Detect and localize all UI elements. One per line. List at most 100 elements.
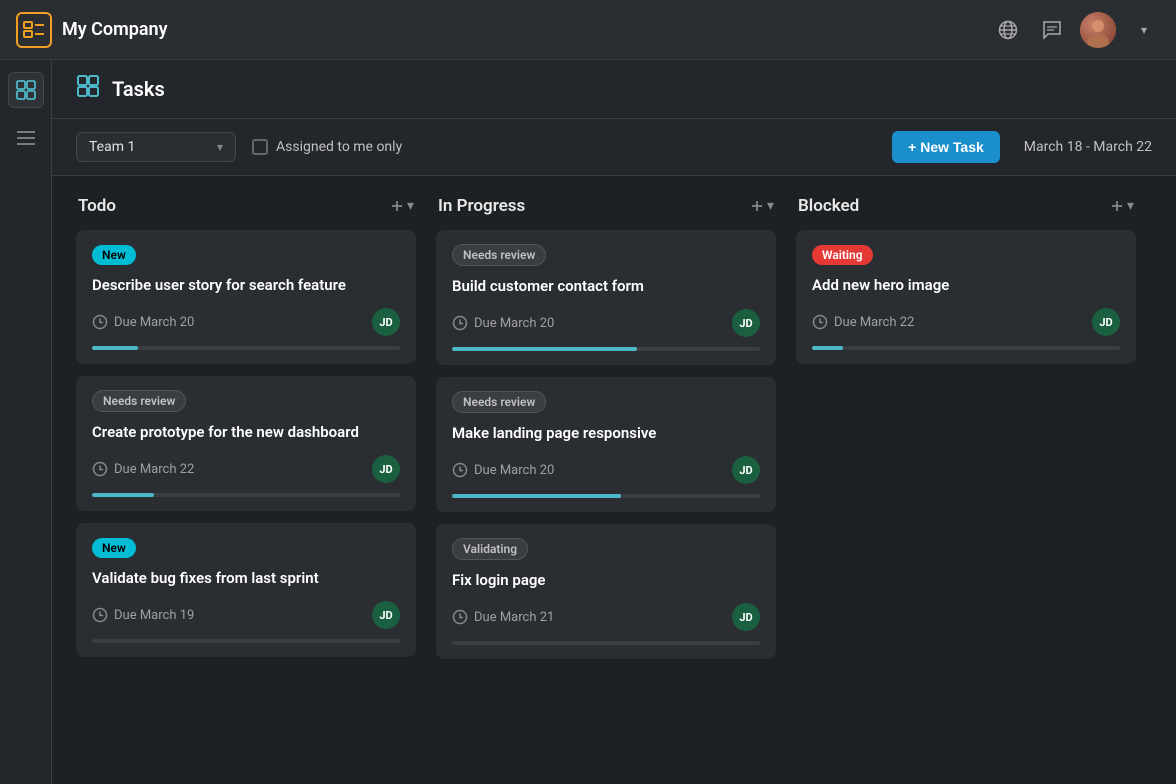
sidebar-tasks-icon[interactable] — [8, 72, 44, 108]
globe-icon[interactable] — [992, 14, 1024, 46]
kanban-board: Todo ▾ New Describe user story for search f… — [52, 176, 1176, 784]
left-sidebar — [0, 60, 52, 784]
column-add-button-in-progress[interactable]: ▾ — [749, 198, 774, 214]
page-title: Tasks — [112, 77, 165, 101]
task-due-text: Due March 20 — [114, 315, 194, 330]
column-title-blocked: Blocked — [798, 196, 859, 216]
column-header-todo: Todo ▾ — [76, 196, 416, 216]
task-badge: Needs review — [452, 244, 546, 266]
page-header: Tasks — [52, 60, 1176, 119]
new-task-button[interactable]: + New Task — [892, 131, 1000, 163]
task-badge: New — [92, 538, 136, 558]
checkbox-box — [252, 139, 268, 155]
task-footer: Due March 20 JD — [452, 456, 760, 484]
task-title: Describe user story for search feature — [92, 275, 400, 296]
assigned-label: Assigned to me only — [276, 139, 402, 155]
task-due-text: Due March 22 — [834, 315, 914, 330]
logo-area: My Company — [16, 12, 168, 48]
task-title: Add new hero image — [812, 275, 1120, 296]
task-avatar: JD — [1092, 308, 1120, 336]
task-footer: Due March 22 JD — [812, 308, 1120, 336]
task-due: Due March 21 — [452, 609, 554, 625]
task-footer: Due March 20 JD — [452, 309, 760, 337]
task-title: Create prototype for the new dashboard — [92, 422, 400, 443]
task-due: Due March 19 — [92, 607, 194, 623]
task-due-text: Due March 20 — [474, 316, 554, 331]
task-progress-fill — [92, 493, 154, 497]
column-title-in-progress: In Progress — [438, 196, 525, 216]
column-todo: Todo ▾ New Describe user story for search f… — [76, 196, 416, 764]
task-card[interactable]: New Validate bug fixes from last sprint Du… — [76, 523, 416, 657]
task-progress-bar — [452, 347, 760, 351]
column-in-progress: In Progress ▾ Needs review Build customer c… — [436, 196, 776, 764]
task-due: Due March 20 — [452, 315, 554, 331]
team-select-value: Team 1 — [89, 139, 209, 155]
task-avatar: JD — [732, 603, 760, 631]
user-avatar[interactable] — [1080, 12, 1116, 48]
page-header-icon — [76, 74, 100, 104]
task-badge: Validating — [452, 538, 528, 560]
task-avatar: JD — [732, 309, 760, 337]
column-blocked: Blocked ▾ Waiting Add new hero image Due Mar… — [796, 196, 1136, 764]
task-progress-fill — [452, 347, 637, 351]
nav-actions: ▾ — [992, 12, 1160, 48]
task-progress-bar — [452, 494, 760, 498]
team-select[interactable]: Team 1 ▾ — [76, 132, 236, 162]
date-range: March 18 - March 22 — [1024, 139, 1152, 155]
task-progress-bar — [92, 639, 400, 643]
task-progress-bar — [92, 493, 400, 497]
task-title: Make landing page responsive — [452, 423, 760, 444]
team-select-arrow-icon: ▾ — [217, 140, 223, 154]
task-title: Fix login page — [452, 570, 760, 591]
task-due-text: Due March 21 — [474, 610, 554, 625]
task-title: Validate bug fixes from last sprint — [92, 568, 400, 589]
task-card[interactable]: Waiting Add new hero image Due March 22 JD — [796, 230, 1136, 364]
content-area: Tasks Team 1 ▾ Assigned to me only + New… — [52, 60, 1176, 784]
main-layout: Tasks Team 1 ▾ Assigned to me only + New… — [0, 60, 1176, 784]
task-progress-fill — [92, 346, 138, 350]
task-title: Build customer contact form — [452, 276, 760, 297]
column-header-in-progress: In Progress ▾ — [436, 196, 776, 216]
top-nav: My Company — [0, 0, 1176, 60]
task-due-text: Due March 19 — [114, 608, 194, 623]
task-card[interactable]: Needs review Make landing page responsive… — [436, 377, 776, 512]
company-name: My Company — [62, 19, 168, 40]
column-title-todo: Todo — [78, 196, 116, 216]
sidebar-list-icon[interactable] — [8, 120, 44, 156]
task-card[interactable]: Needs review Create prototype for the new… — [76, 376, 416, 511]
assigned-to-me-checkbox[interactable]: Assigned to me only — [252, 139, 402, 155]
task-due: Due March 20 — [92, 314, 194, 330]
task-progress-fill — [812, 346, 843, 350]
task-card[interactable]: Validating Fix login page Due March 21 JD — [436, 524, 776, 659]
task-avatar: JD — [372, 455, 400, 483]
chat-icon[interactable] — [1036, 14, 1068, 46]
task-progress-bar — [452, 641, 760, 645]
task-badge: Needs review — [92, 390, 186, 412]
task-due: Due March 20 — [452, 462, 554, 478]
toolbar: Team 1 ▾ Assigned to me only + New Task … — [52, 119, 1176, 176]
task-footer: Due March 19 JD — [92, 601, 400, 629]
task-avatar: JD — [372, 308, 400, 336]
task-due-text: Due March 20 — [474, 463, 554, 478]
task-badge: Waiting — [812, 245, 873, 265]
task-footer: Due March 21 JD — [452, 603, 760, 631]
task-progress-fill — [452, 494, 621, 498]
task-card[interactable]: New Describe user story for search featur… — [76, 230, 416, 364]
task-badge: New — [92, 245, 136, 265]
task-due-text: Due March 22 — [114, 462, 194, 477]
column-add-button-blocked[interactable]: ▾ — [1109, 198, 1134, 214]
task-card[interactable]: Needs review Build customer contact form D… — [436, 230, 776, 365]
task-footer: Due March 22 JD — [92, 455, 400, 483]
task-progress-bar — [92, 346, 400, 350]
task-due: Due March 22 — [92, 461, 194, 477]
task-progress-bar — [812, 346, 1120, 350]
task-avatar: JD — [372, 601, 400, 629]
task-badge: Needs review — [452, 391, 546, 413]
task-due: Due March 22 — [812, 314, 914, 330]
task-footer: Due March 20 JD — [92, 308, 400, 336]
task-avatar: JD — [732, 456, 760, 484]
avatar-chevron-icon[interactable]: ▾ — [1128, 14, 1160, 46]
logo-icon — [16, 12, 52, 48]
column-header-blocked: Blocked ▾ — [796, 196, 1136, 216]
column-add-button-todo[interactable]: ▾ — [389, 198, 414, 214]
